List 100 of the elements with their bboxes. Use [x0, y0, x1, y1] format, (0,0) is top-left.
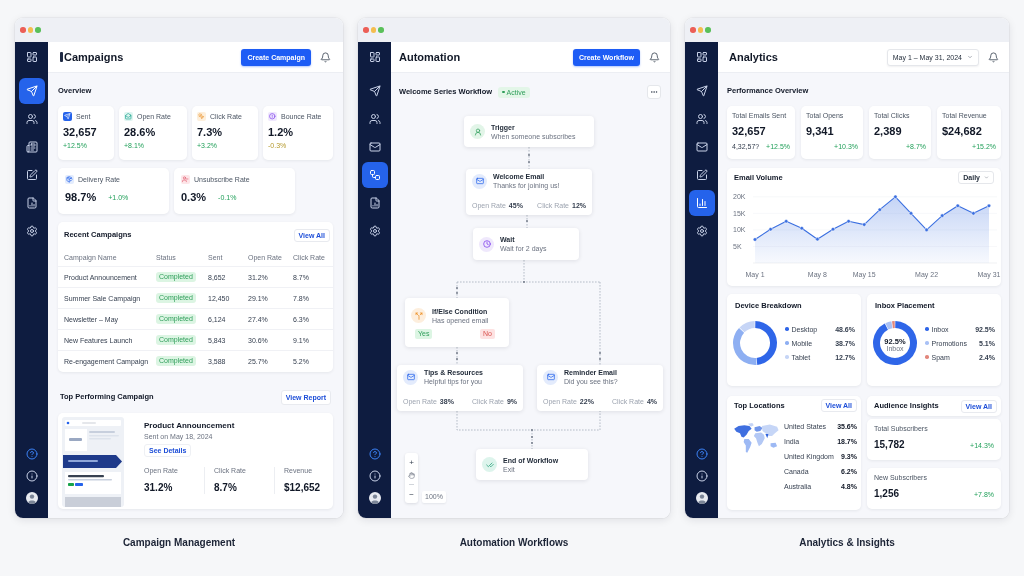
user-icon	[470, 124, 485, 139]
minimize-dot-icon[interactable]	[370, 27, 376, 33]
info-icon[interactable]	[695, 470, 708, 482]
edit-icon	[695, 169, 708, 181]
maximize-dot-icon[interactable]	[35, 27, 41, 33]
bar-chart-icon	[695, 197, 708, 209]
data-point	[971, 211, 976, 216]
package-icon	[65, 175, 74, 184]
kpi-value: $24,682	[942, 125, 982, 138]
info-icon[interactable]	[25, 470, 38, 482]
avatar-icon[interactable]	[695, 492, 708, 504]
page-title: Automation	[399, 50, 461, 64]
user-minus-icon	[181, 175, 190, 184]
newspaper-icon	[25, 141, 38, 153]
stat-value: 32,657	[63, 126, 97, 139]
chevron-down-icon	[984, 175, 989, 180]
stat-value: 98.7%	[65, 191, 97, 204]
mail-open-icon	[124, 112, 133, 121]
zoom-in-button[interactable]: +	[409, 457, 414, 467]
settings-icon	[25, 225, 38, 237]
mail-icon	[368, 141, 381, 153]
metric-value: 1,256	[874, 488, 900, 500]
settings-icon	[368, 225, 381, 237]
data-point	[862, 222, 867, 227]
chevron-down-icon	[967, 54, 973, 60]
send-icon	[368, 85, 381, 97]
maximize-dot-icon[interactable]	[378, 27, 384, 33]
kpi-value: 2,389	[874, 125, 902, 138]
users-icon	[25, 113, 38, 125]
data-point	[955, 203, 960, 208]
data-point	[940, 213, 945, 218]
data-point	[877, 207, 882, 212]
stat-value: 7.3%	[197, 126, 223, 139]
zoom-out-button[interactable]: −	[409, 489, 414, 499]
data-point	[799, 226, 804, 231]
mail-icon	[543, 369, 558, 385]
dashboard-icon	[368, 51, 381, 63]
avatar-icon[interactable]	[368, 492, 381, 504]
data-point	[908, 211, 914, 216]
clock-icon	[479, 236, 494, 252]
notification-bell-icon[interactable]	[649, 51, 660, 63]
metric-value: 8.7%	[214, 482, 237, 494]
data-point	[924, 227, 929, 232]
close-dot-icon[interactable]	[20, 27, 26, 33]
page-title: Analytics	[729, 50, 778, 64]
minimize-dot-icon[interactable]	[697, 27, 703, 33]
double-check-icon	[482, 457, 497, 472]
data-point	[784, 219, 789, 224]
settings-icon	[695, 225, 708, 237]
sidebar-item[interactable]	[688, 190, 715, 216]
more-button[interactable]	[647, 85, 661, 99]
send-icon	[25, 85, 38, 97]
panel-caption: Automation Workflows	[459, 537, 569, 549]
stat-value: 1.2%	[268, 126, 294, 139]
stat-value: 28.6%	[124, 126, 156, 139]
send-icon	[695, 85, 708, 97]
hand-icon[interactable]	[408, 471, 415, 479]
metric-value: $12,652	[284, 482, 321, 494]
metric-value: 15,782	[874, 439, 905, 451]
sidebar-item[interactable]	[361, 162, 388, 188]
notification-bell-icon[interactable]	[320, 51, 331, 63]
file-chart-icon	[25, 197, 38, 209]
page-title: Campaigns	[64, 50, 124, 64]
help-icon[interactable]	[368, 448, 381, 460]
sidebar-item[interactable]	[18, 78, 45, 104]
edit-icon	[25, 169, 38, 181]
split-icon	[411, 308, 426, 323]
notification-bell-icon[interactable]	[988, 51, 999, 63]
workflow-icon	[368, 169, 381, 181]
alert-icon	[268, 112, 277, 121]
avatar-icon[interactable]	[25, 492, 38, 504]
info-icon[interactable]	[368, 470, 381, 482]
data-point	[986, 203, 992, 208]
connector-line	[528, 146, 530, 170]
cursor-click-icon	[197, 112, 206, 121]
help-icon[interactable]	[695, 448, 708, 460]
mail-icon	[472, 173, 487, 189]
maximize-dot-icon[interactable]	[705, 27, 711, 33]
stat-value: 0.3%	[181, 191, 207, 204]
data-point	[846, 219, 851, 224]
metric-value: 31.2%	[144, 482, 173, 494]
data-point	[893, 194, 898, 199]
users-icon	[695, 113, 708, 125]
close-dot-icon[interactable]	[363, 27, 369, 33]
file-chart-icon	[368, 197, 381, 209]
more-icon	[650, 88, 658, 96]
campaign-name: Product Announcement	[144, 421, 235, 431]
data-point	[768, 227, 773, 232]
minimize-dot-icon[interactable]	[27, 27, 33, 33]
connector-line	[526, 214, 528, 229]
send-icon	[63, 112, 72, 121]
kpi-value: 32,657	[732, 125, 766, 138]
kpi-value: 9,341	[806, 125, 834, 138]
dashboard-icon	[25, 51, 38, 63]
close-dot-icon[interactable]	[690, 27, 696, 33]
panel-caption: Campaign Management	[122, 537, 236, 549]
accent-bar-icon	[60, 52, 63, 62]
users-icon	[368, 113, 381, 125]
help-icon[interactable]	[25, 448, 38, 460]
panel-caption: Analytics & Insights	[799, 537, 895, 549]
